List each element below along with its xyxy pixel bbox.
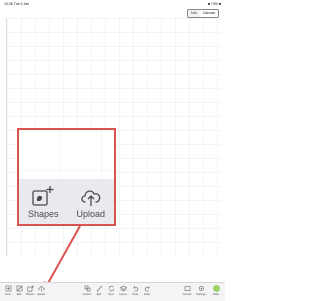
status-bar: 10:35 Tue 3 Jan ■ 74% ■	[0, 0, 225, 8]
toggle-canvas[interactable]: Canvas	[199, 10, 218, 17]
zoomed-upload-button[interactable]: Upload	[76, 185, 105, 219]
redo-icon	[144, 286, 150, 292]
zoomed-upload-label: Upload	[76, 208, 106, 219]
shapes-icon	[32, 185, 54, 206]
status-time-date: 10:35 Tue 3 Jan	[4, 0, 29, 8]
bottom-edit-center-button[interactable]: Edit	[93, 285, 105, 296]
toggle-mat[interactable]: Mat	[187, 10, 200, 17]
undo-icon	[132, 286, 138, 292]
bottom-actions-label: Actions	[82, 293, 92, 296]
bottom-make-button[interactable]: Make	[210, 285, 222, 296]
mode-toggle[interactable]: Mat Canvas	[186, 9, 219, 18]
bottom-layers-button[interactable]: Layers	[117, 285, 129, 296]
shapes-icon	[27, 285, 34, 292]
bottom-edit-center-label: Edit	[96, 293, 102, 296]
upload-icon	[37, 286, 44, 292]
bottom-redo-label: Redo	[143, 293, 151, 296]
bottom-actions-button[interactable]: Actions	[81, 285, 93, 296]
bottom-shapes-label: Shapes	[25, 293, 35, 296]
edit-icon	[96, 285, 102, 292]
actions-icon	[84, 285, 90, 292]
sync-icon	[108, 285, 114, 292]
bottom-upload-button[interactable]: Upload	[35, 285, 47, 296]
zoom-callout: Shapes Upload	[17, 128, 116, 226]
canvas-icon	[184, 286, 190, 291]
bottom-upload-label: Upload	[36, 293, 46, 296]
zoomed-shapes-label: Shapes	[27, 208, 59, 219]
bottom-make-label: Make	[212, 293, 220, 296]
bottom-undo-button[interactable]: Undo	[129, 285, 141, 296]
bottom-new-label: New	[5, 293, 11, 296]
status-date: Tue 3 Jan	[13, 2, 30, 6]
edit-icon	[16, 285, 22, 292]
bottom-layers-label: Layers	[119, 293, 127, 296]
settings-icon	[198, 285, 204, 292]
zoomed-shapes-button[interactable]: Shapes	[28, 185, 59, 219]
bottom-toolbar: New Edit Shapes Upload Actions Edit Sync…	[0, 282, 225, 301]
bottom-edit-left-label: Edit	[16, 293, 22, 296]
new-icon	[5, 285, 11, 292]
bottom-settings-label: Settings	[196, 293, 206, 296]
status-battery: ■ 74% ■	[207, 2, 221, 6]
upload-cloud-icon	[81, 189, 101, 206]
bottom-sync-label: Sync	[108, 293, 114, 296]
status-time: 10:35	[4, 2, 13, 6]
make-icon	[212, 285, 220, 292]
bottom-sync-button[interactable]: Sync	[105, 285, 117, 296]
bottom-canvas-button[interactable]: Canvas	[181, 285, 193, 296]
bottom-canvas-label: Canvas	[182, 293, 192, 296]
layers-icon	[119, 285, 127, 292]
bottom-redo-button[interactable]: Redo	[141, 285, 153, 296]
bottom-settings-button[interactable]: Settings	[195, 285, 207, 296]
zoomed-toolbar: Shapes Upload	[19, 179, 114, 224]
bottom-undo-label: Undo	[131, 293, 139, 296]
